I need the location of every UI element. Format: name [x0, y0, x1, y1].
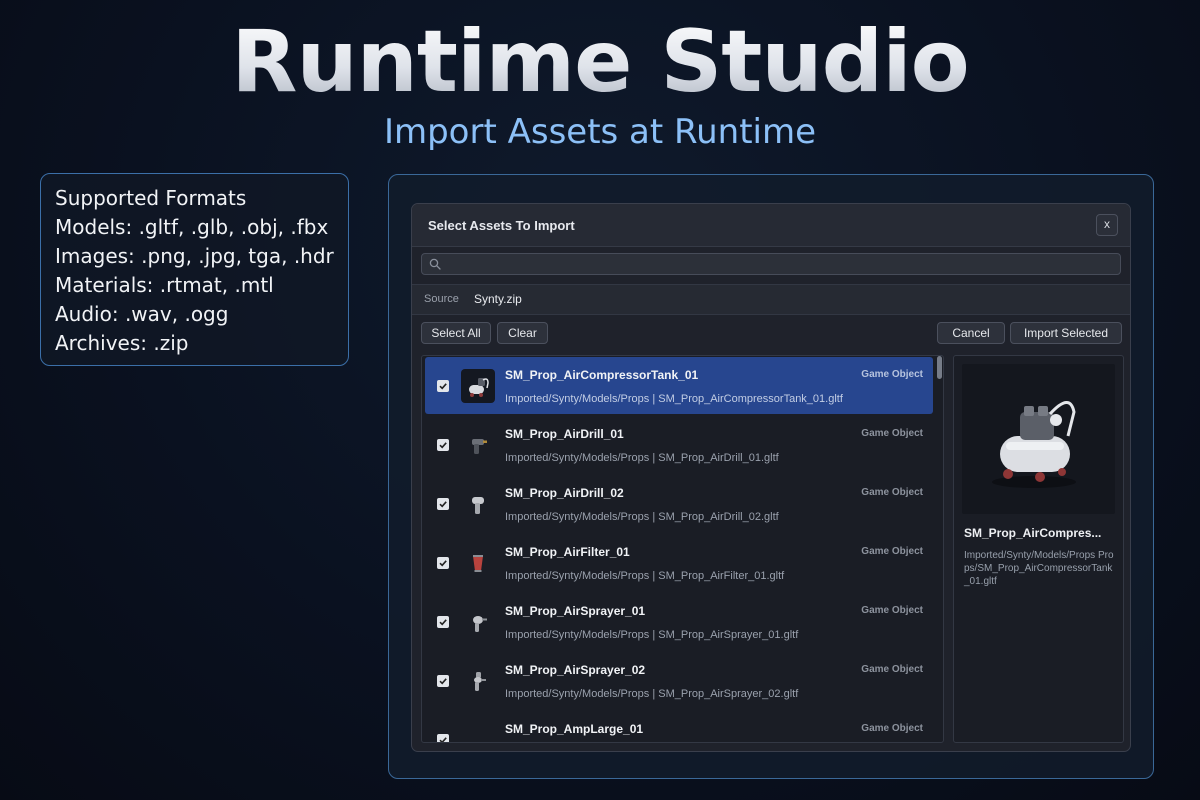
item-path: Imported/Synty/Models/Props | SM_Prop_Ai… [505, 452, 779, 464]
item-checkbox[interactable] [437, 439, 449, 451]
formats-models: Models: .gltf, .glb, .obj, .fbx [55, 215, 329, 239]
source-value: Synty.zip [474, 292, 522, 306]
item-path: Imported/Synty/Models/Props | SM_Prop_Ai… [505, 688, 799, 700]
list-scrollbar[interactable] [937, 356, 942, 379]
item-name: SM_Prop_AirDrill_02 [505, 486, 624, 500]
item-checkbox[interactable] [437, 498, 449, 510]
check-icon [439, 501, 447, 508]
air-sprayer-icon [461, 605, 495, 639]
air-sprayer-icon [461, 664, 495, 698]
import-dialog: Select Assets To Import x Source Synty.z… [411, 203, 1131, 752]
asset-list[interactable]: SM_Prop_AirCompressorTank_01 Imported/Sy… [421, 355, 944, 743]
air-drill-icon [461, 428, 495, 462]
item-type: Game Object [861, 546, 923, 557]
item-name: SM_Prop_AirCompressorTank_01 [505, 368, 699, 382]
formats-materials: Materials: .rtmat, .mtl [55, 273, 274, 297]
preview-path: Imported/Synty/Models/Props Props/SM_Pro… [964, 550, 1114, 587]
amp-icon [461, 723, 495, 742]
preview-panel: SM_Prop_AirCompres... Imported/Synty/Mod… [953, 355, 1124, 743]
item-type: Game Object [861, 369, 923, 380]
formats-images: Images: .png, .jpg, tga, .hdr [55, 244, 334, 268]
preview-name: SM_Prop_AirCompres... [964, 526, 1102, 540]
formats-audio: Audio: .wav, .ogg [55, 302, 229, 326]
import-selected-button[interactable]: Import Selected [1010, 322, 1122, 344]
check-icon [439, 678, 447, 685]
item-name: SM_Prop_AirSprayer_02 [505, 663, 646, 677]
list-item[interactable]: SM_Prop_AirSprayer_02 Imported/Synty/Mod… [425, 652, 933, 709]
item-type: Game Object [861, 428, 923, 439]
dialog-header: Select Assets To Import x [412, 204, 1130, 247]
hero-title: Runtime Studio [0, 10, 1200, 114]
item-type: Game Object [861, 605, 923, 616]
select-all-button[interactable]: Select All [421, 322, 491, 344]
list-item[interactable]: SM_Prop_AirFilter_01 Imported/Synty/Mode… [425, 534, 933, 591]
item-checkbox[interactable] [437, 380, 449, 392]
item-checkbox[interactable] [437, 616, 449, 628]
item-checkbox[interactable] [437, 734, 449, 742]
source-label: Source [424, 293, 459, 305]
close-button[interactable]: x [1096, 214, 1118, 236]
item-name: SM_Prop_AirFilter_01 [505, 545, 630, 559]
search-icon [429, 258, 441, 270]
list-item[interactable]: SM_Prop_AirDrill_02 Imported/Synty/Model… [425, 475, 933, 532]
list-item[interactable]: SM_Prop_AmpLarge_01 Game Object [425, 711, 933, 742]
source-bar: Source Synty.zip [412, 284, 1130, 315]
air-filter-icon [461, 546, 495, 580]
item-path: Imported/Synty/Models/Props | SM_Prop_Ai… [505, 393, 843, 405]
list-item[interactable]: SM_Prop_AirCompressorTank_01 Imported/Sy… [425, 357, 933, 414]
item-name: SM_Prop_AmpLarge_01 [505, 722, 644, 736]
search-box[interactable] [421, 253, 1121, 275]
item-type: Game Object [861, 723, 923, 734]
check-icon [439, 619, 447, 626]
clear-button[interactable]: Clear [497, 322, 548, 344]
item-name: SM_Prop_AirDrill_01 [505, 427, 624, 441]
item-name: SM_Prop_AirSprayer_01 [505, 604, 646, 618]
item-type: Game Object [861, 664, 923, 675]
dialog-title: Select Assets To Import [428, 218, 575, 233]
hero-subtitle: Import Assets at Runtime [383, 112, 817, 152]
air-compressor-icon [962, 364, 1115, 514]
check-icon [439, 560, 447, 567]
check-icon [439, 442, 447, 449]
item-path: Imported/Synty/Models/Props | SM_Prop_Ai… [505, 570, 785, 582]
item-path: Imported/Synty/Models/Props | SM_Prop_Ai… [505, 511, 779, 523]
cancel-button[interactable]: Cancel [937, 322, 1005, 344]
item-checkbox[interactable] [437, 675, 449, 687]
item-path: Imported/Synty/Models/Props | SM_Prop_Ai… [505, 629, 799, 641]
check-icon [439, 383, 447, 390]
formats-heading: Supported Formats [55, 186, 247, 210]
list-item[interactable]: SM_Prop_AirSprayer_01 Imported/Synty/Mod… [425, 593, 933, 650]
search-input[interactable] [448, 256, 1112, 274]
formats-archives: Archives: .zip [55, 331, 189, 355]
air-drill-icon [461, 487, 495, 521]
list-item[interactable]: SM_Prop_AirDrill_01 Imported/Synty/Model… [425, 416, 933, 473]
check-icon [439, 737, 447, 742]
item-type: Game Object [861, 487, 923, 498]
item-checkbox[interactable] [437, 557, 449, 569]
air-compressor-icon [461, 369, 495, 403]
supported-formats-panel: Supported Formats Models: .gltf, .glb, .… [40, 173, 349, 366]
